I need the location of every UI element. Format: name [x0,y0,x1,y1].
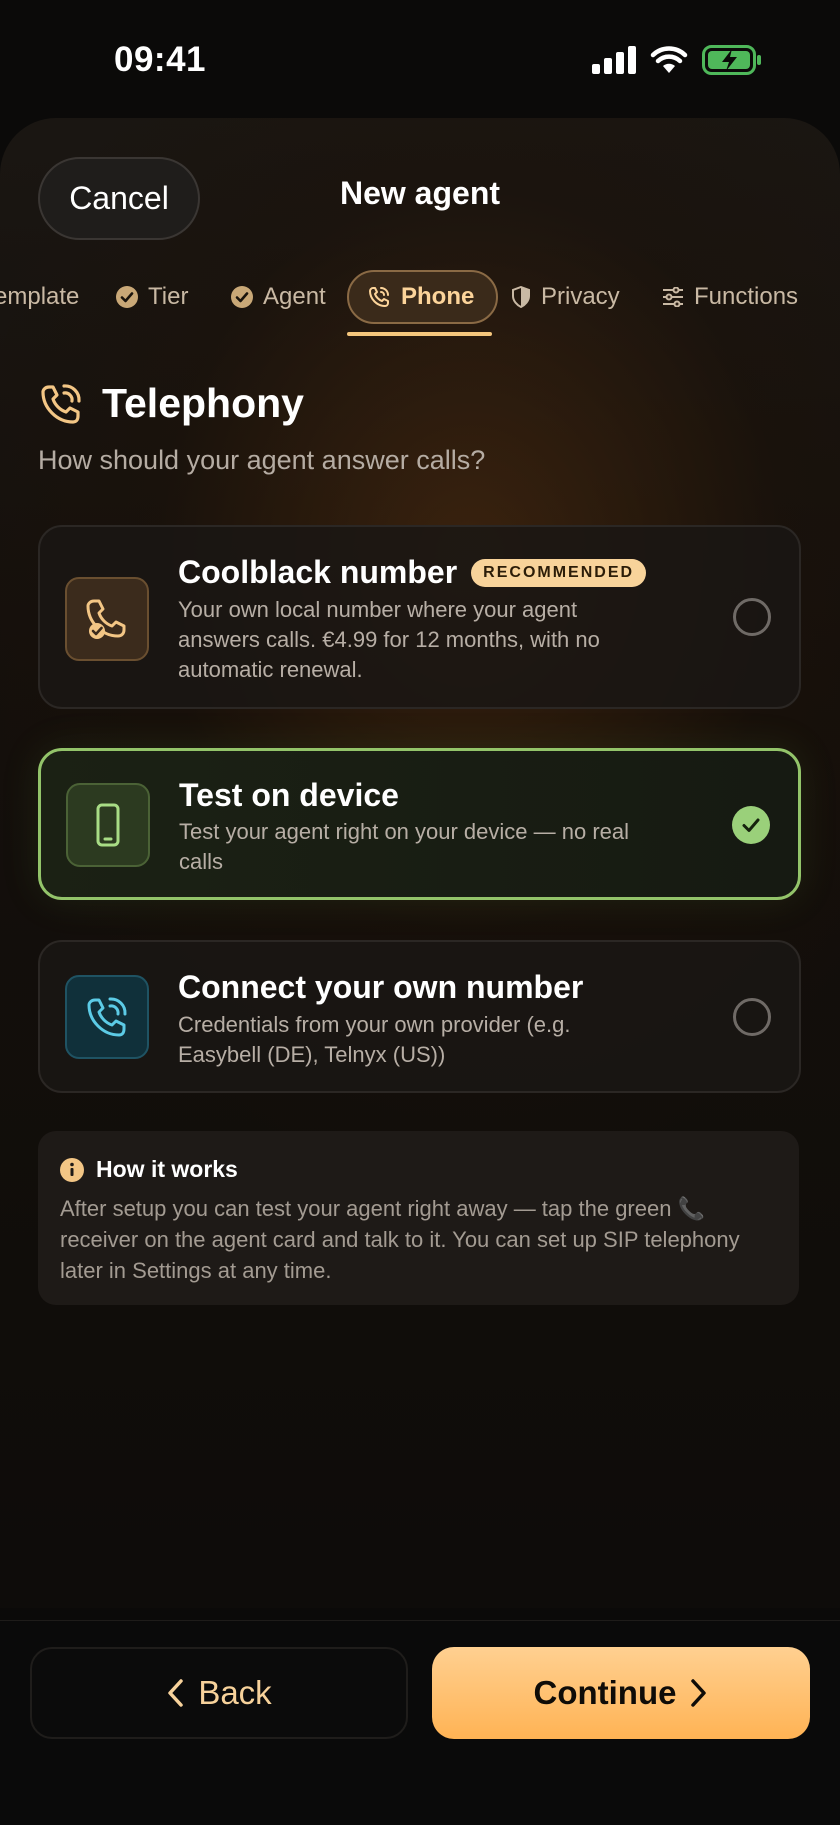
option-description: Test your agent right on your device — n… [179,819,630,874]
phone-ringing-icon [87,997,127,1037]
tab-functions[interactable]: Functions [662,270,798,324]
option-title-row: Coolblack number RECOMMENDED [178,554,647,591]
check-circle-icon [231,286,253,308]
option-test-on-device[interactable]: Test on device Test your agent right on … [38,748,801,900]
status-icons [592,45,762,75]
option-radio[interactable] [733,598,771,636]
option-title: Test on device [179,777,399,813]
info-box: How it works After setup you can test yo… [38,1131,799,1305]
back-button[interactable]: Back [30,1647,408,1739]
section-subtitle: How should your agent answer calls? [38,445,486,475]
section-heading: Telephony [38,380,304,427]
page-title: New agent [339,175,501,211]
continue-label: Continue [533,1674,677,1711]
checkmark-icon [742,818,760,832]
phone-check-icon [86,599,126,639]
option-radio-checked[interactable] [732,806,770,844]
phone-ringing-icon [369,287,389,307]
tab-label: Agent [263,283,326,310]
status-bar: 09:41 [0,0,840,120]
option-title-row: Connect your own number [178,969,583,1006]
chevron-left-icon [168,1679,184,1707]
signal-icon [592,46,636,74]
chevron-right-icon [691,1679,707,1707]
tab-template[interactable]: emplate [0,270,79,324]
smartphone-icon [96,803,120,847]
option-title: Coolblack number [178,554,458,590]
tab-privacy[interactable]: Privacy [511,270,620,324]
option-title: Connect your own number [178,969,584,1005]
footer-bar: Back Continue [0,1620,840,1825]
option-icon-box [66,783,150,867]
tab-label: emplate [0,283,80,310]
check-circle-icon [116,286,138,308]
shield-icon [512,286,530,308]
tab-label: Functions [694,283,799,310]
option-description: Credentials from your own provider (e.g.… [178,1012,571,1067]
option-connect-own-number[interactable]: Connect your own number Credentials from… [38,940,801,1093]
tab-label: Privacy [541,283,620,310]
tab-phone[interactable]: Phone [347,270,499,324]
sliders-icon [663,287,683,307]
continue-button[interactable]: Continue [432,1647,810,1739]
option-title-row: Test on device [179,777,399,814]
option-icon-box [65,577,149,661]
option-description: Your own local number where your agent a… [178,597,600,682]
option-coolblack-number[interactable]: Coolblack number RECOMMENDED Your own lo… [38,525,801,709]
info-title-row: How it works [60,1156,238,1183]
step-tabs: emplate Tier Agent Phone Privacy Functio… [0,270,840,336]
battery-charging-icon [702,45,761,75]
recommended-badge: RECOMMENDED [471,558,647,587]
info-icon [60,1157,84,1182]
status-time: 09:41 [114,40,207,79]
section-title: Telephony [102,380,304,426]
tab-label: Phone [401,283,475,310]
info-text: After setup you can test your agent righ… [60,1196,740,1283]
phone-ringing-icon [41,383,81,424]
tab-tier[interactable]: Tier [116,270,188,324]
tab-label: Tier [148,283,189,310]
back-label: Back [198,1674,272,1711]
option-radio[interactable] [733,998,771,1036]
wifi-icon [650,46,688,73]
info-title: How it works [96,1156,238,1182]
tab-agent[interactable]: Agent [231,270,326,324]
option-icon-box [65,975,149,1059]
active-tab-indicator [347,332,492,336]
